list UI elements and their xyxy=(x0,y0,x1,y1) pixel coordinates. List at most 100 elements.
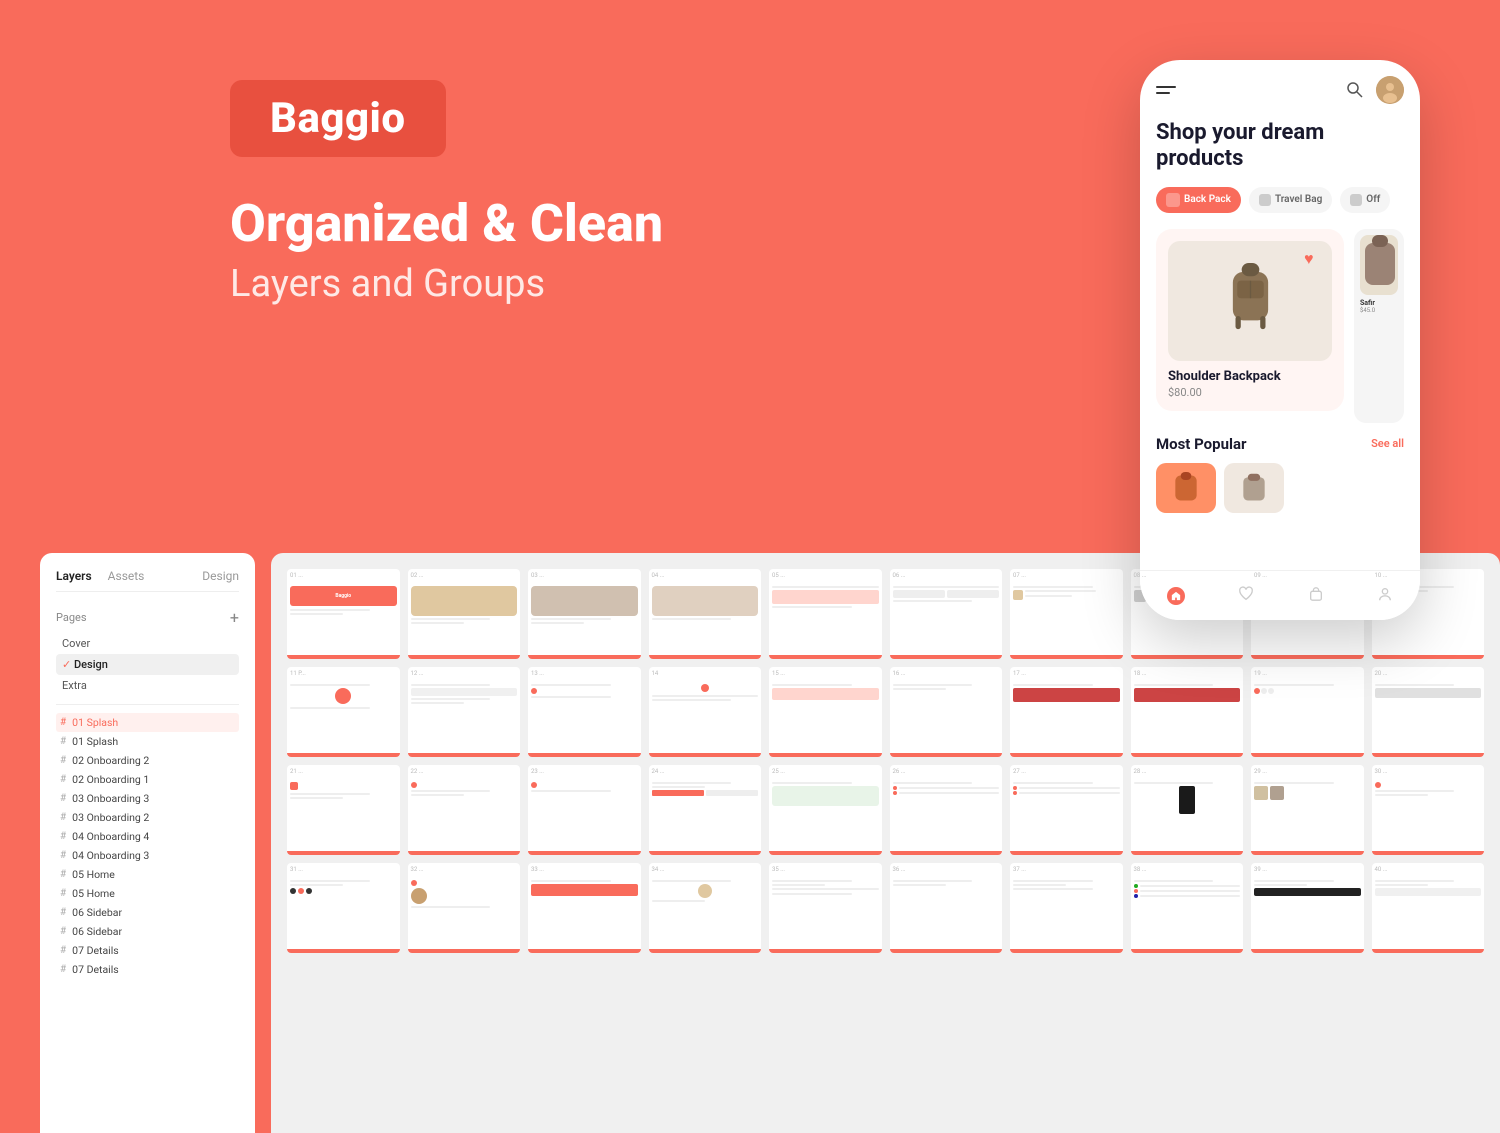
page-cover[interactable]: Cover xyxy=(56,633,239,654)
screen-thumb-16[interactable]: 16 ... xyxy=(890,667,1003,757)
layer-06-sidebar-2[interactable]: # 06 Sidebar xyxy=(56,922,239,941)
layer-02-onboarding-1[interactable]: # 02 Onboarding 1 xyxy=(56,770,239,789)
layer-01-splash-1[interactable]: # 01 Splash xyxy=(56,713,239,732)
screen-num-39: 39 ... xyxy=(1254,866,1267,873)
page-design[interactable]: Design xyxy=(56,654,239,675)
screen-num-02: 02 ... xyxy=(411,572,424,579)
screen-thumb-22[interactable]: 22 ... xyxy=(408,765,521,855)
screen-thumb-02[interactable]: 02 ... xyxy=(408,569,521,659)
screen-thumb-06[interactable]: 06 ... xyxy=(890,569,1003,659)
screen-num-36: 36 ... xyxy=(893,866,906,873)
screen-thumb-25[interactable]: 25 ... xyxy=(769,765,882,855)
screen-thumb-30[interactable]: 30 ... xyxy=(1372,765,1485,855)
layer-label: 05 Home xyxy=(72,868,115,881)
screen-thumb-04[interactable]: 04 ... xyxy=(649,569,762,659)
screen-thumb-12[interactable]: 12 ... xyxy=(408,667,521,757)
side-product-image xyxy=(1360,235,1398,295)
product-card-main[interactable]: ♥ Shoulder Backpack $80.00 xyxy=(1156,229,1344,411)
screen-num-40: 40 ... xyxy=(1375,866,1388,873)
layer-07-details-1[interactable]: # 07 Details xyxy=(56,941,239,960)
popular-item-1[interactable] xyxy=(1156,463,1216,513)
screen-thumb-14[interactable]: 14 xyxy=(649,667,762,757)
layer-label: 03 Onboarding 2 xyxy=(72,811,149,824)
screen-thumb-35[interactable]: 35 ... xyxy=(769,863,882,953)
screen-num-06: 06 ... xyxy=(893,572,906,579)
screen-thumb-21[interactable]: 21 ... xyxy=(287,765,400,855)
layer-03-onboarding-3[interactable]: # 03 Onboarding 3 xyxy=(56,789,239,808)
screen-num-38: 38 ... xyxy=(1134,866,1147,873)
side-product-price: $45.0 xyxy=(1360,307,1398,314)
screen-thumb-28[interactable]: 28 ... xyxy=(1131,765,1244,855)
layer-05-home-2[interactable]: # 05 Home xyxy=(56,884,239,903)
nav-bag-icon[interactable] xyxy=(1308,586,1324,606)
screen-thumb-36[interactable]: 36 ... xyxy=(890,863,1003,953)
screen-thumb-01[interactable]: 01 ... Baggio xyxy=(287,569,400,659)
layer-07-details-2[interactable]: # 07 Details xyxy=(56,960,239,979)
screen-thumb-39[interactable]: 39 ... xyxy=(1251,863,1364,953)
screen-thumb-37[interactable]: 37 ... xyxy=(1010,863,1123,953)
add-page-button[interactable]: + xyxy=(230,608,239,627)
products-row: ♥ Shoulder Backpack $80.00 Safir $45.0 xyxy=(1156,229,1404,423)
screen-thumb-24[interactable]: 24 ... xyxy=(649,765,762,855)
search-icon[interactable] xyxy=(1346,81,1364,99)
layer-05-home-1[interactable]: # 05 Home xyxy=(56,865,239,884)
screen-num-04: 04 ... xyxy=(652,572,665,579)
screen-thumb-29[interactable]: 29 ... xyxy=(1251,765,1364,855)
layer-06-sidebar-1[interactable]: # 06 Sidebar xyxy=(56,903,239,922)
screen-thumb-03[interactable]: 03 ... xyxy=(528,569,641,659)
nav-person-icon[interactable] xyxy=(1377,586,1393,606)
screen-thumb-20[interactable]: 20 ... xyxy=(1372,667,1485,757)
page-extra[interactable]: Extra xyxy=(56,675,239,696)
screen-num-25: 25 ... xyxy=(772,768,785,775)
screen-thumb-23[interactable]: 23 ... xyxy=(528,765,641,855)
screen-thumb-19[interactable]: 19 ... xyxy=(1251,667,1364,757)
screen-thumb-33[interactable]: 33 ... xyxy=(528,863,641,953)
screen-thumb-34[interactable]: 34 ... xyxy=(649,863,762,953)
assets-tab[interactable]: Assets xyxy=(108,569,145,583)
screen-thumb-13[interactable]: 13 ... xyxy=(528,667,641,757)
popular-item-2[interactable] xyxy=(1224,463,1284,513)
screen-body-15 xyxy=(769,681,882,757)
screen-thumb-40[interactable]: 40 ... xyxy=(1372,863,1485,953)
screen-thumb-18[interactable]: 18 ... xyxy=(1131,667,1244,757)
hamburger-menu-icon[interactable] xyxy=(1156,86,1176,94)
cat-tab-backpack[interactable]: Back Pack xyxy=(1156,187,1241,213)
screen-thumb-31[interactable]: 31 ... xyxy=(287,863,400,953)
layer-02-onboarding-2[interactable]: # 02 Onboarding 2 xyxy=(56,751,239,770)
screen-num-26: 26 ... xyxy=(893,768,906,775)
product-card-side[interactable]: Safir $45.0 xyxy=(1354,229,1404,423)
hash-icon: # xyxy=(60,945,66,956)
screen-thumb-15[interactable]: 15 ... xyxy=(769,667,882,757)
layer-01-splash-2[interactable]: # 01 Splash xyxy=(56,732,239,751)
screen-thumb-05[interactable]: 05 ... xyxy=(769,569,882,659)
screen-body-04 xyxy=(649,583,762,659)
layer-04-onboarding-4[interactable]: # 04 Onboarding 4 xyxy=(56,827,239,846)
cat-tab-off[interactable]: Off xyxy=(1340,187,1390,213)
nav-home-icon[interactable] xyxy=(1167,587,1185,605)
screen-num-24: 24 ... xyxy=(652,768,665,775)
hash-icon: # xyxy=(60,774,66,785)
screen-thumb-11[interactable]: 11 P... xyxy=(287,667,400,757)
nav-heart-icon[interactable] xyxy=(1238,586,1254,606)
screen-thumb-07[interactable]: 07 ... xyxy=(1010,569,1123,659)
layers-tab[interactable]: Layers xyxy=(56,569,92,583)
layer-04-onboarding-3[interactable]: # 04 Onboarding 3 xyxy=(56,846,239,865)
cat-tab-travelbag[interactable]: Travel Bag xyxy=(1249,187,1332,213)
screen-num-01: 01 ... xyxy=(290,572,303,579)
screen-thumb-17[interactable]: 17 ... xyxy=(1010,667,1123,757)
screen-thumb-38[interactable]: 38 ... xyxy=(1131,863,1244,953)
screen-thumb-26[interactable]: 26 ... xyxy=(890,765,1003,855)
screen-thumb-27[interactable]: 27 ... xyxy=(1010,765,1123,855)
screen-thumb-32[interactable]: 32 ... xyxy=(408,863,521,953)
screen-body-27 xyxy=(1010,779,1123,855)
layer-03-onboarding-2[interactable]: # 03 Onboarding 2 xyxy=(56,808,239,827)
hash-icon: # xyxy=(60,926,66,937)
most-popular-title: Most Popular xyxy=(1156,435,1246,453)
see-all-link[interactable]: See all xyxy=(1371,437,1404,450)
screen-num-03: 03 ... xyxy=(531,572,544,579)
screen-body-26 xyxy=(890,779,1003,855)
heart-icon[interactable]: ♥ xyxy=(1304,249,1324,269)
product-name: Shoulder Backpack xyxy=(1168,369,1332,384)
design-tab[interactable]: Design xyxy=(202,569,239,583)
user-avatar[interactable] xyxy=(1376,76,1404,104)
